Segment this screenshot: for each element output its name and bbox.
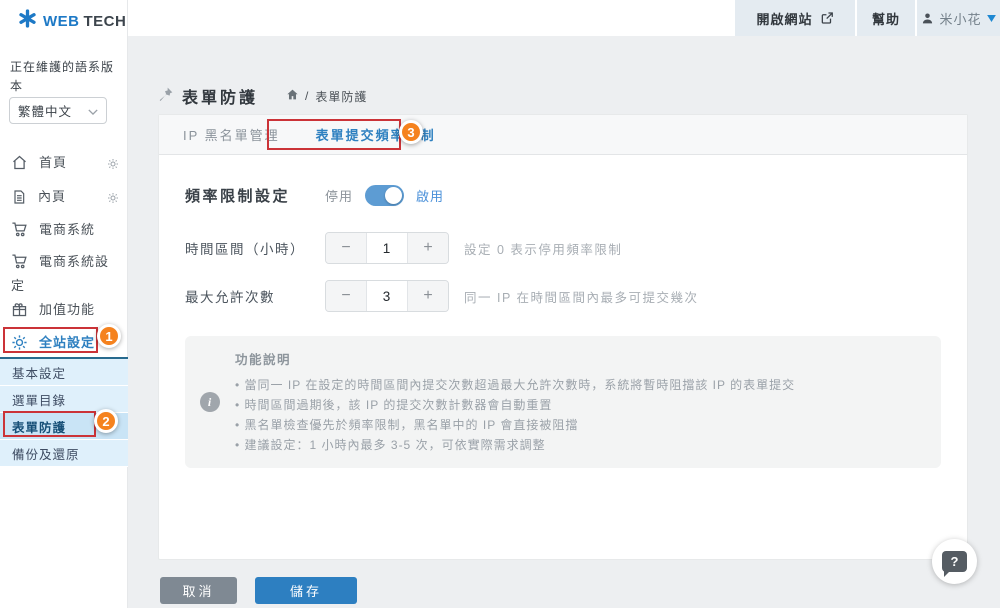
gear-icon[interactable] bbox=[107, 156, 119, 176]
home-icon bbox=[11, 154, 28, 177]
time-interval-stepper: − 1 + bbox=[325, 232, 449, 264]
time-interval-label: 時間區間（小時） bbox=[185, 238, 325, 258]
interval-value[interactable]: 1 bbox=[366, 233, 408, 263]
feature-bullet: 建議設定：1 小時內最多 3-5 次，可依實際需求調整 bbox=[235, 435, 921, 455]
maintained-language-label: 正在維護的語系版本 bbox=[10, 58, 120, 96]
gift-icon bbox=[11, 301, 28, 324]
max-attempts-value[interactable]: 3 bbox=[366, 281, 408, 311]
cancel-button[interactable]: 取消 bbox=[160, 577, 237, 604]
annotation-badge-1: 1 bbox=[97, 324, 121, 348]
open-site-button[interactable]: 開啟網站 bbox=[735, 0, 855, 36]
interval-decrement-button[interactable]: − bbox=[326, 233, 366, 263]
toggle-on-label: 啟用 bbox=[416, 186, 444, 205]
feature-bullet: 時間區間過期後，該 IP 的提交次數計數器會自動重置 bbox=[235, 395, 921, 415]
sidebar-subitem-backup-restore[interactable]: 備份及還原 bbox=[0, 440, 128, 467]
cart-icon bbox=[11, 221, 28, 244]
app-window: 開啟網站 幫助 米小花 bbox=[0, 0, 1000, 608]
breadcrumb: / 表單防護 bbox=[286, 88, 367, 105]
asterisk-logo-icon bbox=[18, 9, 37, 33]
username-label: 米小花 bbox=[939, 9, 981, 28]
help-label: 幫助 bbox=[872, 9, 900, 28]
sidebar-item-home[interactable]: 首頁 bbox=[0, 150, 128, 180]
annotation-badge-3: 3 bbox=[399, 120, 423, 144]
page-icon bbox=[11, 189, 27, 211]
brand-logo[interactable]: WEB TECH bbox=[18, 9, 126, 33]
tab-panel-rate-limit: 頻率限制設定 停用 啟用 時間區間（小時） − 1 + 設定 0 表示停用頻率限… bbox=[159, 155, 967, 468]
brand-name-primary: WEB bbox=[43, 13, 80, 30]
sidebar-item-addons[interactable]: 加值功能 bbox=[0, 297, 128, 327]
user-menu[interactable]: 米小花 bbox=[917, 0, 1000, 36]
language-select[interactable]: 繁體中文 bbox=[9, 97, 107, 124]
rate-limit-toggle-row: 頻率限制設定 停用 啟用 bbox=[185, 185, 941, 206]
chat-question-icon: ? bbox=[942, 551, 967, 572]
feature-bullet: 黑名單檢查優先於頻率限制，黑名單中的 IP 會直接被阻擋 bbox=[235, 415, 921, 435]
brand-name-secondary: TECH bbox=[84, 13, 127, 30]
sidebar-item-label: 內頁 bbox=[38, 189, 66, 204]
help-button[interactable]: 幫助 bbox=[857, 0, 915, 36]
max-attempts-hint: 同一 IP 在時間區間內最多可提交幾次 bbox=[464, 287, 699, 306]
chevron-down-icon bbox=[88, 104, 98, 118]
sidebar-item-label: 加值功能 bbox=[39, 302, 95, 317]
rate-limit-toggle[interactable] bbox=[365, 185, 404, 206]
feature-description-list: 當同一 IP 在設定的時間區間內提交次數超過最大允許次數時，系統將暫時阻擋該 I… bbox=[235, 375, 921, 455]
cart-icon bbox=[11, 253, 28, 276]
open-site-label: 開啟網站 bbox=[756, 9, 812, 28]
sidebar: WEB TECH 正在維護的語系版本 繁體中文 首頁 bbox=[0, 0, 128, 608]
tab-ip-blacklist[interactable]: IP 黑名單管理 bbox=[165, 125, 298, 144]
feature-description-title: 功能說明 bbox=[235, 349, 921, 368]
user-icon bbox=[921, 12, 934, 25]
external-link-icon bbox=[820, 11, 834, 25]
tab-bar: IP 黑名單管理 表單提交頻率限制 bbox=[159, 115, 967, 155]
interval-increment-button[interactable]: + bbox=[408, 233, 448, 263]
subitem-label: 選單目錄 bbox=[12, 390, 66, 409]
subitem-label: 備份及還原 bbox=[12, 444, 80, 463]
max-attempts-label: 最大允許次數 bbox=[185, 286, 325, 306]
sidebar-item-ecommerce-settings[interactable]: 電商系統設定 bbox=[0, 249, 128, 299]
subitem-label: 表單防護 bbox=[12, 417, 66, 436]
page-header: 表單防護 / 表單防護 bbox=[158, 84, 367, 108]
max-decrement-button[interactable]: − bbox=[326, 281, 366, 311]
sidebar-item-ecommerce[interactable]: 電商系統 bbox=[0, 217, 128, 247]
max-increment-button[interactable]: + bbox=[408, 281, 448, 311]
max-attempts-row: 最大允許次數 − 3 + 同一 IP 在時間區間內最多可提交幾次 bbox=[185, 280, 941, 312]
interval-hint: 設定 0 表示停用頻率限制 bbox=[464, 239, 622, 258]
top-bar: 開啟網站 幫助 米小花 bbox=[0, 0, 1000, 36]
gear-icon bbox=[11, 334, 28, 357]
sidebar-item-label: 全站設定 bbox=[39, 335, 95, 350]
max-attempts-stepper: − 3 + bbox=[325, 280, 449, 312]
help-chat-fab[interactable]: ? bbox=[932, 539, 977, 584]
chevron-down-icon bbox=[987, 15, 996, 22]
language-selected-value: 繁體中文 bbox=[18, 101, 72, 120]
feature-description-box: i 功能說明 當同一 IP 在設定的時間區間內提交次數超過最大允許次數時，系統將… bbox=[185, 336, 941, 468]
sidebar-item-label: 電商系統 bbox=[39, 222, 95, 237]
breadcrumb-current: 表單防護 bbox=[315, 88, 367, 105]
gear-icon[interactable] bbox=[107, 190, 119, 210]
toggle-off-label: 停用 bbox=[325, 186, 353, 205]
toggle-knob bbox=[385, 187, 402, 204]
sidebar-subitem-basic-settings[interactable]: 基本設定 bbox=[0, 359, 128, 386]
pin-icon bbox=[158, 86, 174, 107]
home-breadcrumb-icon[interactable] bbox=[286, 88, 299, 104]
sidebar-item-inner-pages[interactable]: 內頁 bbox=[0, 184, 128, 214]
annotation-badge-2: 2 bbox=[94, 409, 118, 433]
form-protection-card: IP 黑名單管理 表單提交頻率限制 頻率限制設定 停用 啟用 時間區間（小時） … bbox=[158, 114, 968, 560]
feature-bullet: 當同一 IP 在設定的時間區間內提交次數超過最大允許次數時，系統將暫時阻擋該 I… bbox=[235, 375, 921, 395]
page-title: 表單防護 bbox=[182, 84, 258, 108]
rate-limit-setting-label: 頻率限制設定 bbox=[185, 185, 325, 206]
breadcrumb-separator: / bbox=[305, 89, 309, 103]
subitem-label: 基本設定 bbox=[12, 363, 66, 382]
tab-submission-rate-limit[interactable]: 表單提交頻率限制 bbox=[298, 125, 454, 144]
sidebar-item-label: 首頁 bbox=[39, 155, 67, 170]
time-interval-row: 時間區間（小時） − 1 + 設定 0 表示停用頻率限制 bbox=[185, 232, 941, 264]
save-button[interactable]: 儲存 bbox=[255, 577, 357, 604]
info-icon: i bbox=[200, 392, 220, 412]
